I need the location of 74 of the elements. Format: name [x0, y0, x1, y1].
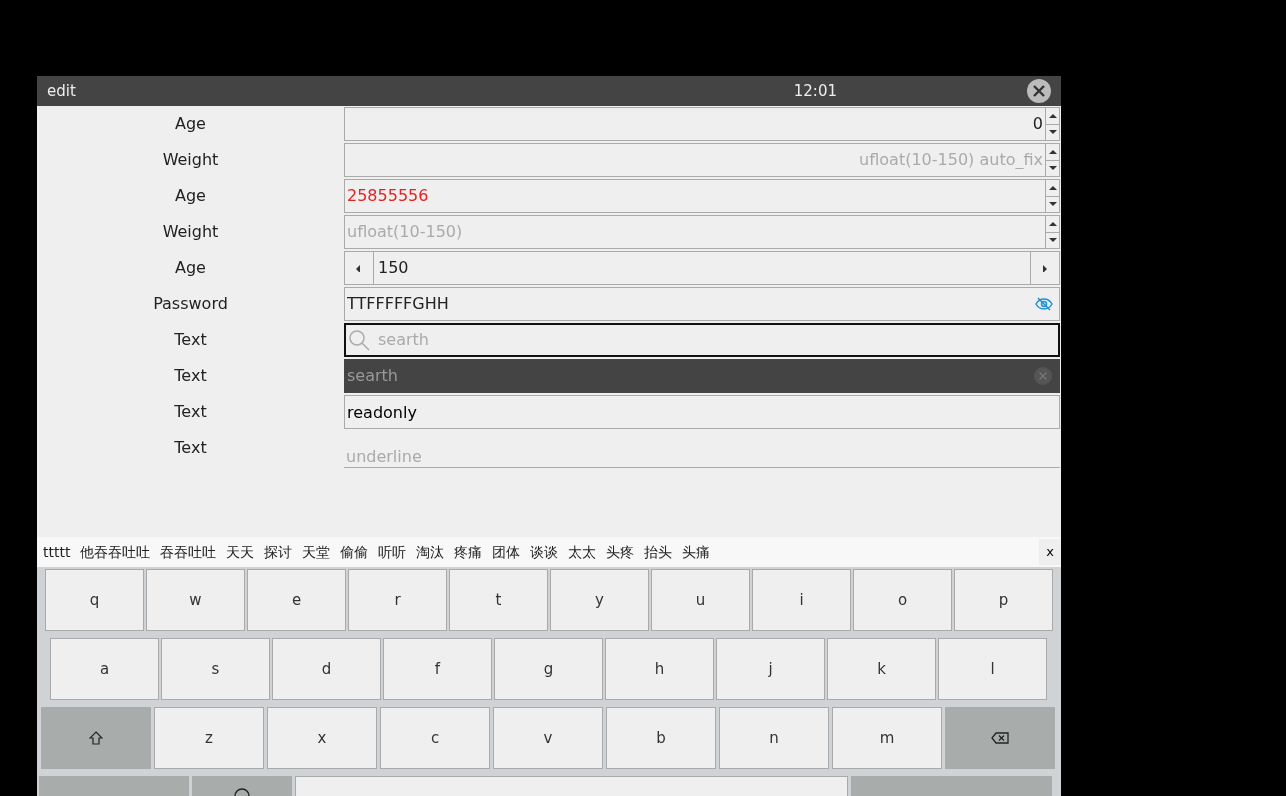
candidate-word[interactable]: 太太 — [568, 541, 597, 563]
keyboard-key[interactable]: y — [550, 569, 649, 631]
field-label: Text — [173, 401, 208, 423]
up-triangle-icon — [1047, 148, 1058, 155]
keyboard-key[interactable]: i — [752, 569, 851, 631]
keyboard-key[interactable]: h — [605, 638, 714, 700]
keyboard-key[interactable]: p — [954, 569, 1053, 631]
keyboard-key[interactable]: c — [380, 707, 490, 769]
field-label: Password — [152, 293, 229, 315]
keyboard-key[interactable]: x — [267, 707, 377, 769]
keyboard-key[interactable]: m — [832, 707, 942, 769]
keyboard-key[interactable]: b — [606, 707, 716, 769]
clear-icon — [1033, 366, 1053, 386]
candidate-word[interactable]: 疼痛 — [454, 541, 483, 563]
keyboard-key[interactable]: u — [651, 569, 750, 631]
candidate-word[interactable]: 抬头 — [644, 541, 673, 563]
field-label: Age — [174, 185, 207, 207]
down-triangle-icon — [1047, 237, 1058, 244]
keyboard-key[interactable]: s — [161, 638, 270, 700]
candidate-word[interactable]: 听听 — [378, 541, 407, 563]
up-triangle-icon — [1047, 220, 1058, 227]
down-triangle-icon — [1047, 201, 1058, 208]
candidate-word[interactable]: ttttt — [43, 541, 71, 563]
keyboard-key[interactable]: e — [247, 569, 346, 631]
candidate-word[interactable]: 吞吞吐吐 — [160, 541, 217, 563]
down-triangle-icon — [1047, 165, 1058, 172]
keyboard-key[interactable]: t — [449, 569, 548, 631]
field-label: Weight — [161, 221, 220, 243]
keyboard-key[interactable]: g — [494, 638, 603, 700]
keyboard-key[interactable]: a — [50, 638, 159, 700]
field-label: Text — [173, 365, 208, 387]
candidate-word[interactable]: 淘汰 — [416, 541, 445, 563]
candidate-word[interactable]: 天天 — [226, 541, 255, 563]
shift-arrow-icon — [89, 730, 103, 746]
underline-input[interactable]: underline — [344, 447, 1060, 467]
text-input[interactable]: searth — [376, 325, 1058, 355]
field-label: Text — [173, 437, 208, 459]
field-label: Age — [174, 257, 207, 279]
candidate-word[interactable]: 他吞吞吐吐 — [80, 541, 151, 563]
window-title: edit — [47, 80, 77, 102]
candidate-word[interactable]: 谈谈 — [530, 541, 559, 563]
close-candidates-button[interactable]: x — [1039, 539, 1061, 565]
candidate-word[interactable]: 天堂 — [302, 541, 331, 563]
crossed-eye-icon — [1035, 297, 1053, 311]
backspace-icon — [991, 732, 1009, 744]
up-triangle-icon — [1047, 184, 1058, 191]
clock-time: 12:01 — [793, 80, 837, 102]
candidate-word[interactable]: 头痛 — [682, 541, 711, 563]
keyboard-key[interactable]: l — [938, 638, 1047, 700]
close-button[interactable] — [1027, 79, 1051, 103]
keyboard-key[interactable]: q — [45, 569, 144, 631]
right-triangle-icon — [1040, 264, 1050, 272]
keyboard-key[interactable]: r — [348, 569, 447, 631]
keyboard-key[interactable]: n — [719, 707, 829, 769]
search-field[interactable]: searth — [344, 323, 1060, 357]
keyboard-key[interactable]: w — [146, 569, 245, 631]
keyboard-key[interactable]: f — [383, 638, 492, 700]
field-label: Text — [173, 329, 208, 351]
keyboard-key[interactable]: v — [493, 707, 603, 769]
candidate-word[interactable]: 头疼 — [606, 541, 635, 563]
field-label: Weight — [161, 149, 220, 171]
keyboard-key[interactable]: o — [853, 569, 952, 631]
candidate-word[interactable]: 探讨 — [264, 541, 293, 563]
readonly-field[interactable]: readonly — [344, 395, 1060, 429]
close-icon — [1031, 83, 1047, 99]
keyboard-key[interactable]: d — [272, 638, 381, 700]
up-triangle-icon — [1047, 112, 1058, 119]
candidate-word[interactable]: 团体 — [492, 541, 521, 563]
candidate-word[interactable]: 偷偷 — [340, 541, 369, 563]
keyboard-key[interactable]: j — [716, 638, 825, 700]
down-triangle-icon — [1047, 129, 1058, 136]
field-label: Age — [174, 113, 207, 135]
keyboard-key[interactable]: z — [154, 707, 264, 769]
keyboard-key[interactable]: k — [827, 638, 936, 700]
